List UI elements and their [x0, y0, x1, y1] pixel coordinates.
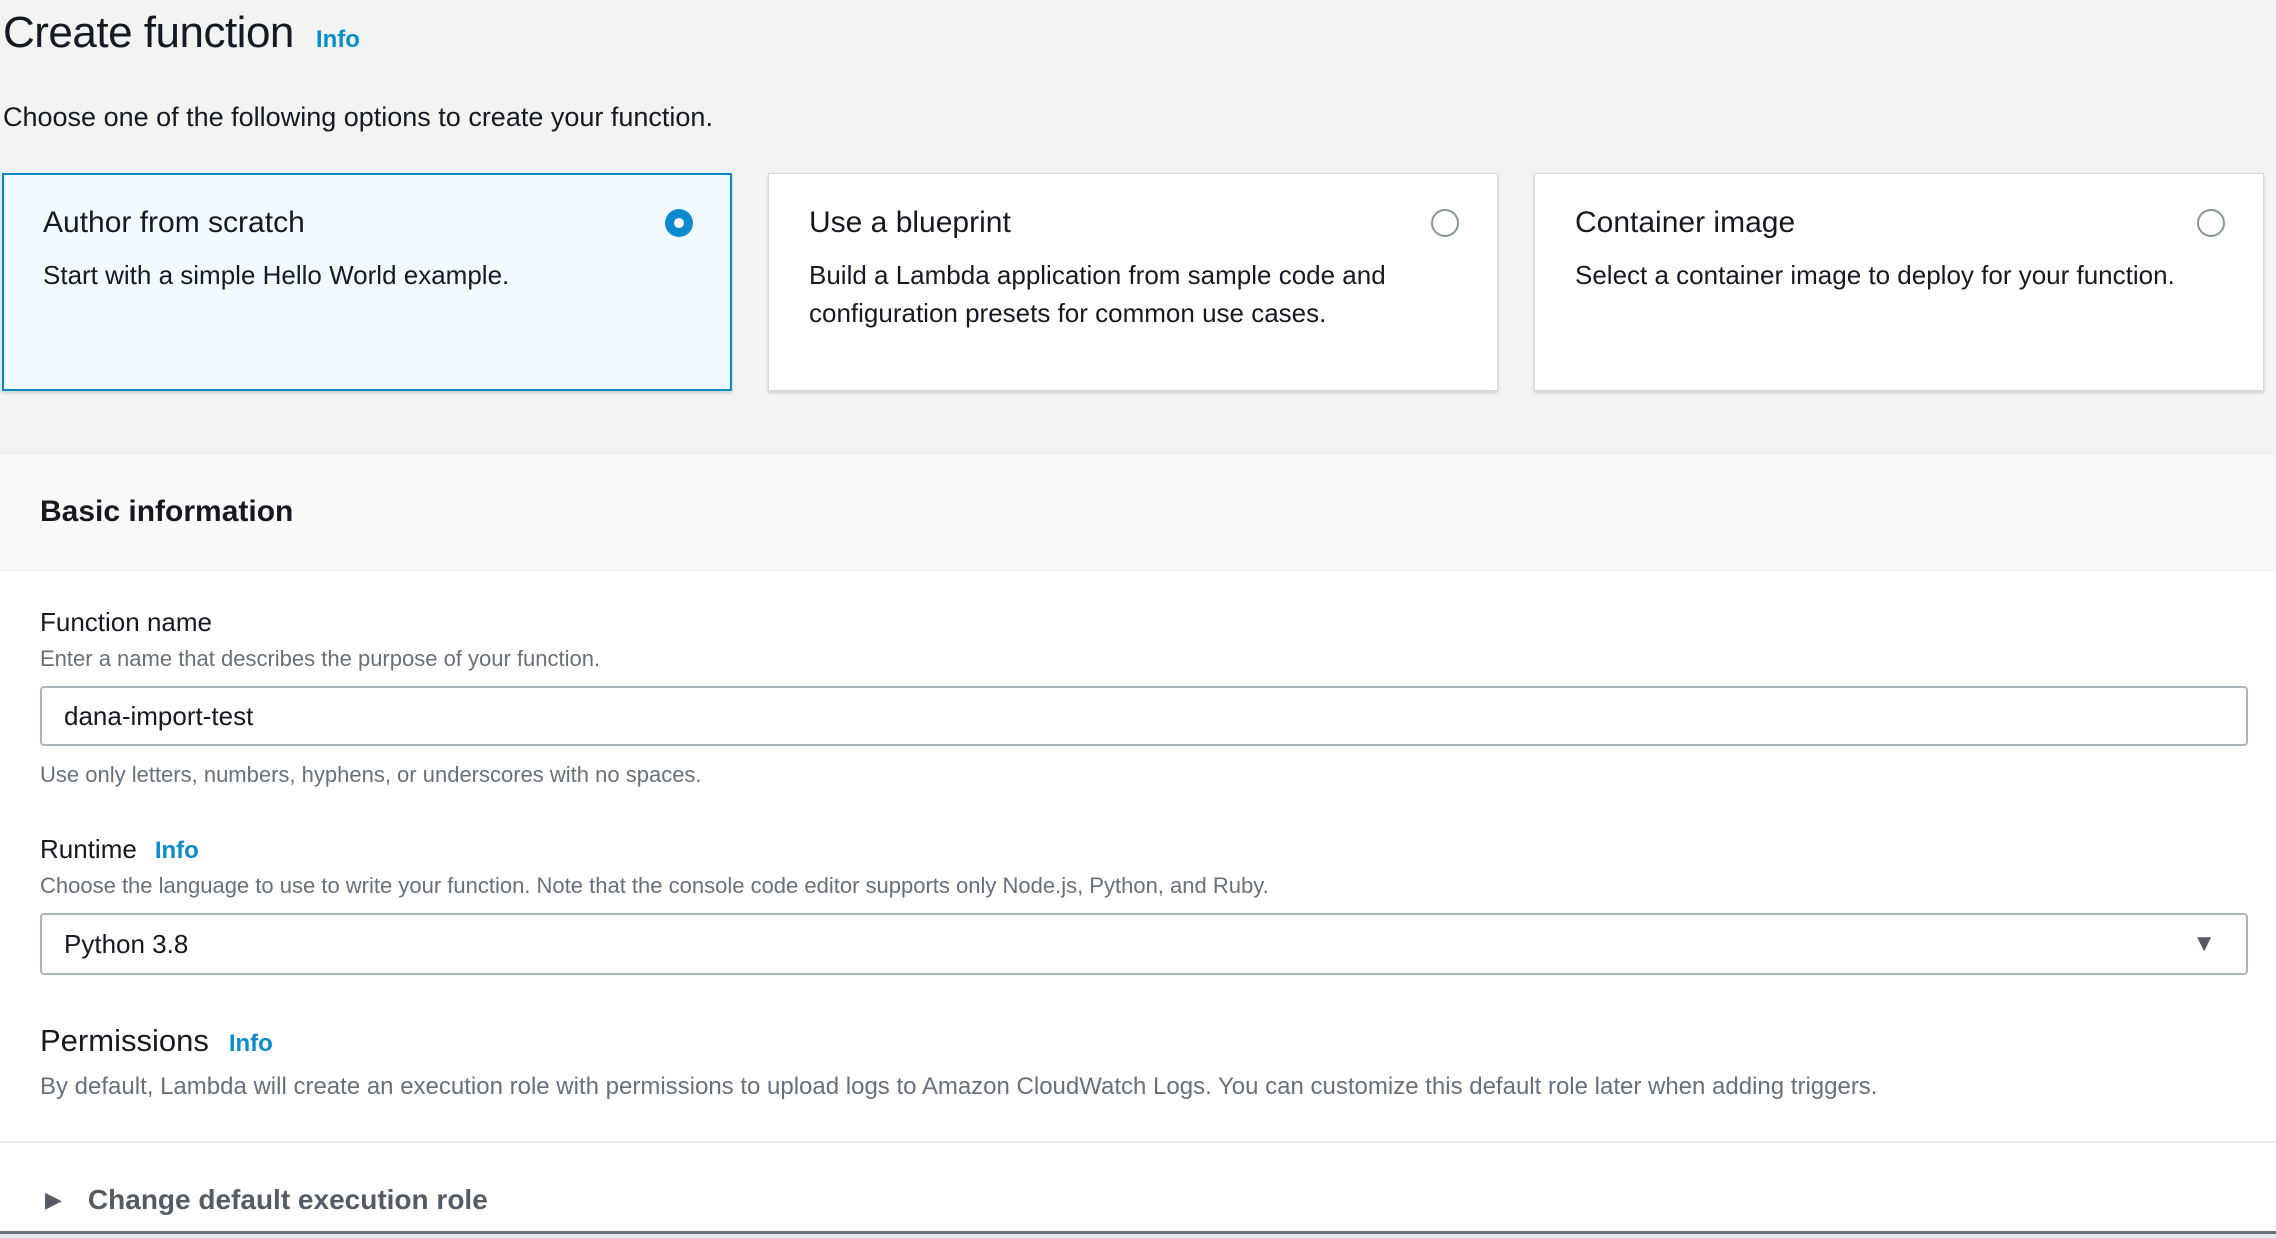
creation-option-cards: Author from scratch Start with a simple … — [2, 173, 2276, 391]
function-name-field: Function name Enter a name that describe… — [40, 607, 2248, 788]
runtime-info-link[interactable]: Info — [155, 837, 199, 865]
permissions-heading: Permissions — [40, 1023, 209, 1059]
caret-right-icon: ▶ — [45, 1187, 62, 1213]
permissions-info-link[interactable]: Info — [229, 1030, 273, 1058]
permissions-section: Permissions Info By default, Lambda will… — [40, 1023, 2248, 1101]
basic-information-panel: Basic information Function name Enter a … — [0, 453, 2276, 1238]
function-name-constraint: Use only letters, numbers, hyphens, or u… — [40, 762, 2248, 788]
runtime-selected-value: Python 3.8 — [64, 929, 188, 960]
radio-unselected-icon[interactable] — [1431, 209, 1459, 237]
option-card-author-from-scratch[interactable]: Author from scratch Start with a simple … — [2, 173, 732, 391]
function-name-description: Enter a name that describes the purpose … — [40, 646, 2248, 672]
radio-unselected-icon[interactable] — [2197, 209, 2225, 237]
function-name-input[interactable] — [40, 686, 2248, 746]
basic-information-content: Function name Enter a name that describe… — [0, 571, 2276, 1238]
option-card-description: Build a Lambda application from sample c… — [809, 256, 1459, 332]
basic-information-header: Basic information — [0, 453, 2276, 571]
option-card-description: Start with a simple Hello World example. — [43, 256, 693, 294]
runtime-label: Runtime — [40, 834, 137, 865]
runtime-field: Runtime Info Choose the language to use … — [40, 834, 2248, 975]
bottom-divider — [0, 1231, 2276, 1238]
basic-information-heading: Basic information — [40, 495, 293, 529]
runtime-select[interactable]: Python 3.8 ▼ — [40, 913, 2248, 975]
runtime-description: Choose the language to use to write your… — [40, 873, 2248, 899]
caret-down-icon: ▼ — [2192, 930, 2216, 958]
permissions-description: By default, Lambda will create an execut… — [40, 1073, 2248, 1101]
change-execution-role-label: Change default execution role — [88, 1184, 488, 1216]
option-card-use-a-blueprint[interactable]: Use a blueprint Build a Lambda applicati… — [768, 173, 1498, 391]
change-execution-role-expander[interactable]: ▶ Change default execution role — [40, 1143, 2248, 1231]
function-name-label: Function name — [40, 607, 2248, 638]
option-card-description: Select a container image to deploy for y… — [1575, 256, 2225, 294]
option-card-title: Use a blueprint — [809, 206, 1011, 240]
page-subtitle: Choose one of the following options to c… — [3, 102, 2276, 133]
page-header: Create function Info Choose one of the f… — [0, 0, 2276, 133]
page-title-info-link[interactable]: Info — [316, 26, 360, 54]
option-card-container-image[interactable]: Container image Select a container image… — [1534, 173, 2264, 391]
page-title: Create function — [3, 8, 294, 58]
radio-selected-icon[interactable] — [665, 209, 693, 237]
option-card-title: Container image — [1575, 206, 1795, 240]
option-card-title: Author from scratch — [43, 206, 305, 240]
